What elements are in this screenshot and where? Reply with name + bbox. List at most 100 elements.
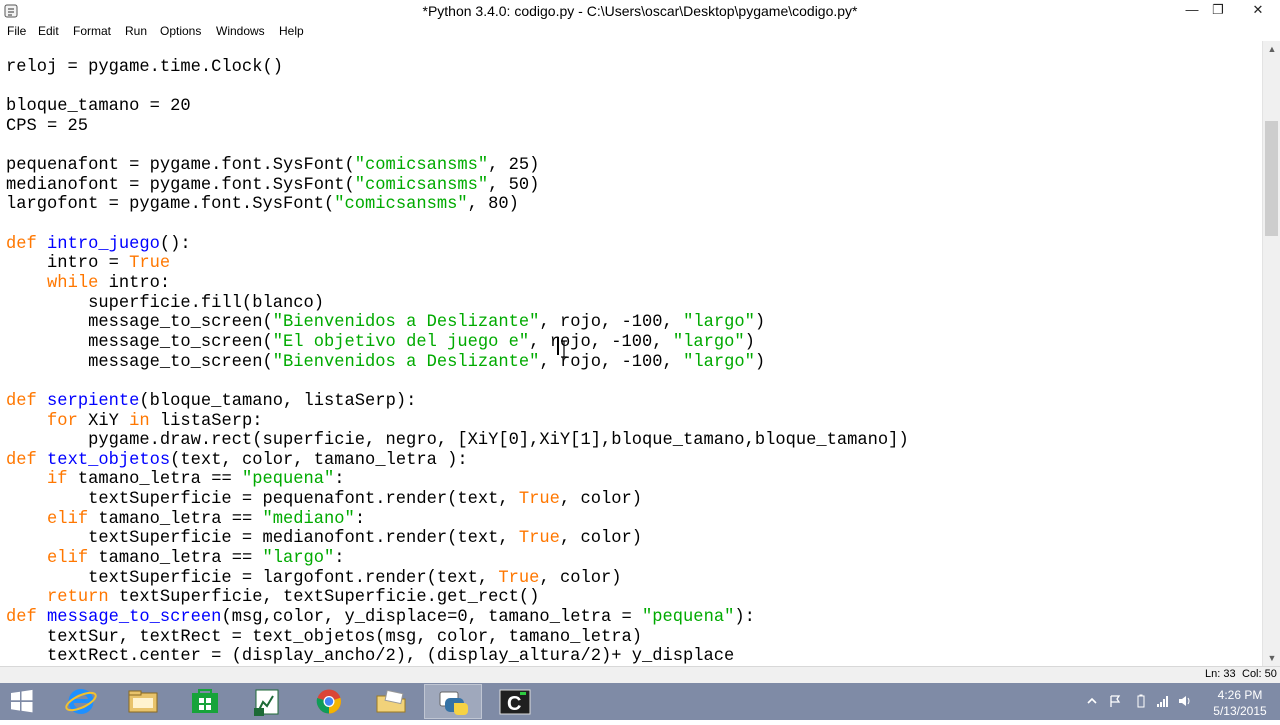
code-token: return bbox=[47, 588, 109, 608]
code-token: text_objetos bbox=[47, 450, 171, 470]
code-line[interactable]: message_to_screen("El objetivo del juego… bbox=[6, 333, 909, 353]
code-token: True bbox=[518, 490, 560, 510]
code-line[interactable]: def text_objetos(text, color, tamano_let… bbox=[6, 451, 909, 471]
menu-options[interactable]: Options bbox=[160, 24, 201, 38]
menu-run[interactable]: Run bbox=[125, 24, 147, 38]
code-token: pygame.draw.rect(superficie, negro, [XiY… bbox=[6, 431, 909, 451]
taskbar-store[interactable] bbox=[176, 684, 234, 719]
menu-help[interactable]: Help bbox=[279, 24, 304, 38]
taskbar-internet-explorer[interactable] bbox=[52, 684, 110, 719]
tray-arrow-up-icon[interactable] bbox=[1085, 694, 1099, 708]
code-token: textSuperficie = largofont.render(text, bbox=[6, 568, 499, 588]
code-token: elif bbox=[47, 509, 89, 529]
code-token: def bbox=[6, 607, 37, 627]
code-token: intro: bbox=[98, 274, 171, 294]
code-line[interactable]: def message_to_screen(msg,color, y_displ… bbox=[6, 608, 909, 628]
battery-icon[interactable] bbox=[1134, 694, 1148, 708]
code-token: , color) bbox=[539, 568, 622, 588]
code-token: "largo" bbox=[683, 352, 755, 372]
taskbar-file-explorer[interactable] bbox=[114, 684, 172, 719]
code-token: ) bbox=[744, 332, 755, 352]
code-line[interactable]: if tamano_letra == "pequena": bbox=[6, 470, 909, 490]
code-token: , 25) bbox=[488, 156, 540, 176]
taskbar-folder[interactable] bbox=[362, 684, 420, 719]
taskbar-chrome[interactable] bbox=[300, 684, 358, 719]
code-token: superficie.fill(blanco) bbox=[6, 293, 324, 313]
scroll-thumb[interactable] bbox=[1265, 121, 1278, 236]
code-line[interactable]: pequenafont = pygame.font.SysFont("comic… bbox=[6, 156, 909, 176]
code-line[interactable] bbox=[6, 215, 909, 235]
status-column-number: Col: 50 bbox=[1242, 668, 1277, 680]
code-line[interactable]: return textSuperficie, textSuperficie.ge… bbox=[6, 588, 909, 608]
scroll-down-arrow-icon[interactable]: ▼ bbox=[1263, 650, 1280, 666]
code-line[interactable]: textSuperficie = medianofont.render(text… bbox=[6, 529, 909, 549]
code-line[interactable]: intro = True bbox=[6, 254, 909, 274]
clock-date[interactable]: 5/13/2015 bbox=[1200, 704, 1280, 718]
code-line[interactable]: textSur, textRect = text_objetos(msg, co… bbox=[6, 628, 909, 648]
taskbar-python-idle[interactable] bbox=[424, 684, 482, 719]
menu-format[interactable]: Format bbox=[73, 24, 111, 38]
code-line[interactable] bbox=[6, 372, 909, 392]
code-line[interactable]: largofont = pygame.font.SysFont("comicsa… bbox=[6, 195, 909, 215]
volume-icon[interactable] bbox=[1178, 694, 1192, 708]
taskbar-spreadsheet[interactable] bbox=[238, 684, 296, 719]
code-line[interactable]: for XiY in listaSerp: bbox=[6, 412, 909, 432]
code-line[interactable]: while intro: bbox=[6, 274, 909, 294]
code-token: (text, color, tamano_letra ): bbox=[170, 450, 468, 470]
code-line[interactable]: def intro_juego(): bbox=[6, 235, 909, 255]
code-token: def bbox=[6, 234, 37, 254]
windows-logo-icon bbox=[11, 689, 33, 713]
code-token: tamano_letra == bbox=[88, 549, 263, 569]
code-token: textRect.center = (display_ancho/2), (di… bbox=[6, 647, 735, 666]
close-button[interactable]: ✕ bbox=[1236, 0, 1280, 22]
flag-icon[interactable] bbox=[1108, 694, 1122, 708]
code-editor[interactable]: reloj = pygame.time.Clock() bloque_taman… bbox=[0, 41, 1262, 666]
maximize-button[interactable]: ❐ bbox=[1202, 0, 1234, 22]
menu-file[interactable]: File bbox=[7, 24, 26, 38]
start-button[interactable] bbox=[0, 684, 44, 719]
menu-windows[interactable]: Windows bbox=[216, 24, 265, 38]
menu-bar: File Edit Format Run Options Windows Hel… bbox=[0, 22, 1280, 41]
code-token: "Bienvenidos a Deslizante" bbox=[272, 352, 540, 372]
code-token: textSuperficie = medianofont.render(text… bbox=[6, 529, 519, 549]
code-token: " bbox=[518, 332, 530, 352]
code-line[interactable]: message_to_screen("Bienvenidos a Desliza… bbox=[6, 313, 909, 333]
code-token: textSuperficie, textSuperficie.get_rect(… bbox=[108, 588, 540, 608]
taskbar-terminal[interactable]: C bbox=[486, 684, 544, 719]
network-signal-icon[interactable] bbox=[1156, 694, 1170, 708]
code-text[interactable]: reloj = pygame.time.Clock() bloque_taman… bbox=[6, 58, 909, 666]
code-token: : bbox=[354, 509, 366, 529]
menu-edit[interactable]: Edit bbox=[38, 24, 59, 38]
code-line[interactable]: medianofont = pygame.font.SysFont("comic… bbox=[6, 176, 909, 196]
scroll-up-arrow-icon[interactable]: ▲ bbox=[1263, 41, 1280, 57]
code-line[interactable]: textRect.center = (display_ancho/2), (di… bbox=[6, 647, 909, 666]
code-token: reloj = pygame.time.Clock() bbox=[6, 58, 283, 77]
clock-time[interactable]: 4:26 PM bbox=[1200, 688, 1280, 702]
code-line[interactable]: bloque_tamano = 20 bbox=[6, 97, 909, 117]
vertical-scrollbar[interactable]: ▲ ▼ bbox=[1262, 41, 1280, 666]
code-line[interactable]: textSuperficie = pequenafont.render(text… bbox=[6, 490, 909, 510]
code-line[interactable]: textSuperficie = largofont.render(text, … bbox=[6, 569, 909, 589]
code-line[interactable]: pygame.draw.rect(superficie, negro, [XiY… bbox=[6, 431, 909, 451]
code-token: textSuperficie = pequenafont.render(text… bbox=[6, 490, 519, 510]
code-token: largofont = pygame.font.SysFont( bbox=[6, 195, 335, 215]
code-line[interactable] bbox=[6, 78, 909, 98]
code-line[interactable] bbox=[6, 137, 909, 157]
code-token: medianofont = pygame.font.SysFont( bbox=[6, 175, 355, 195]
folder-icon bbox=[376, 689, 406, 713]
svg-text:C: C bbox=[507, 693, 521, 715]
code-line[interactable]: reloj = pygame.time.Clock() bbox=[6, 58, 909, 78]
terminal-icon: C bbox=[499, 689, 531, 715]
code-line[interactable]: message_to_screen("Bienvenidos a Desliza… bbox=[6, 353, 909, 373]
code-line[interactable]: superficie.fill(blanco) bbox=[6, 294, 909, 314]
code-line[interactable]: CPS = 25 bbox=[6, 117, 909, 137]
code-token: "comicsansms" bbox=[334, 195, 468, 215]
code-line[interactable]: elif tamano_letra == "mediano": bbox=[6, 510, 909, 530]
code-token: (): bbox=[159, 234, 191, 254]
code-token: message_to_screen( bbox=[6, 352, 273, 372]
code-line[interactable]: def serpiente(bloque_tamano, listaSerp): bbox=[6, 392, 909, 412]
code-line[interactable]: elif tamano_letra == "largo": bbox=[6, 549, 909, 569]
